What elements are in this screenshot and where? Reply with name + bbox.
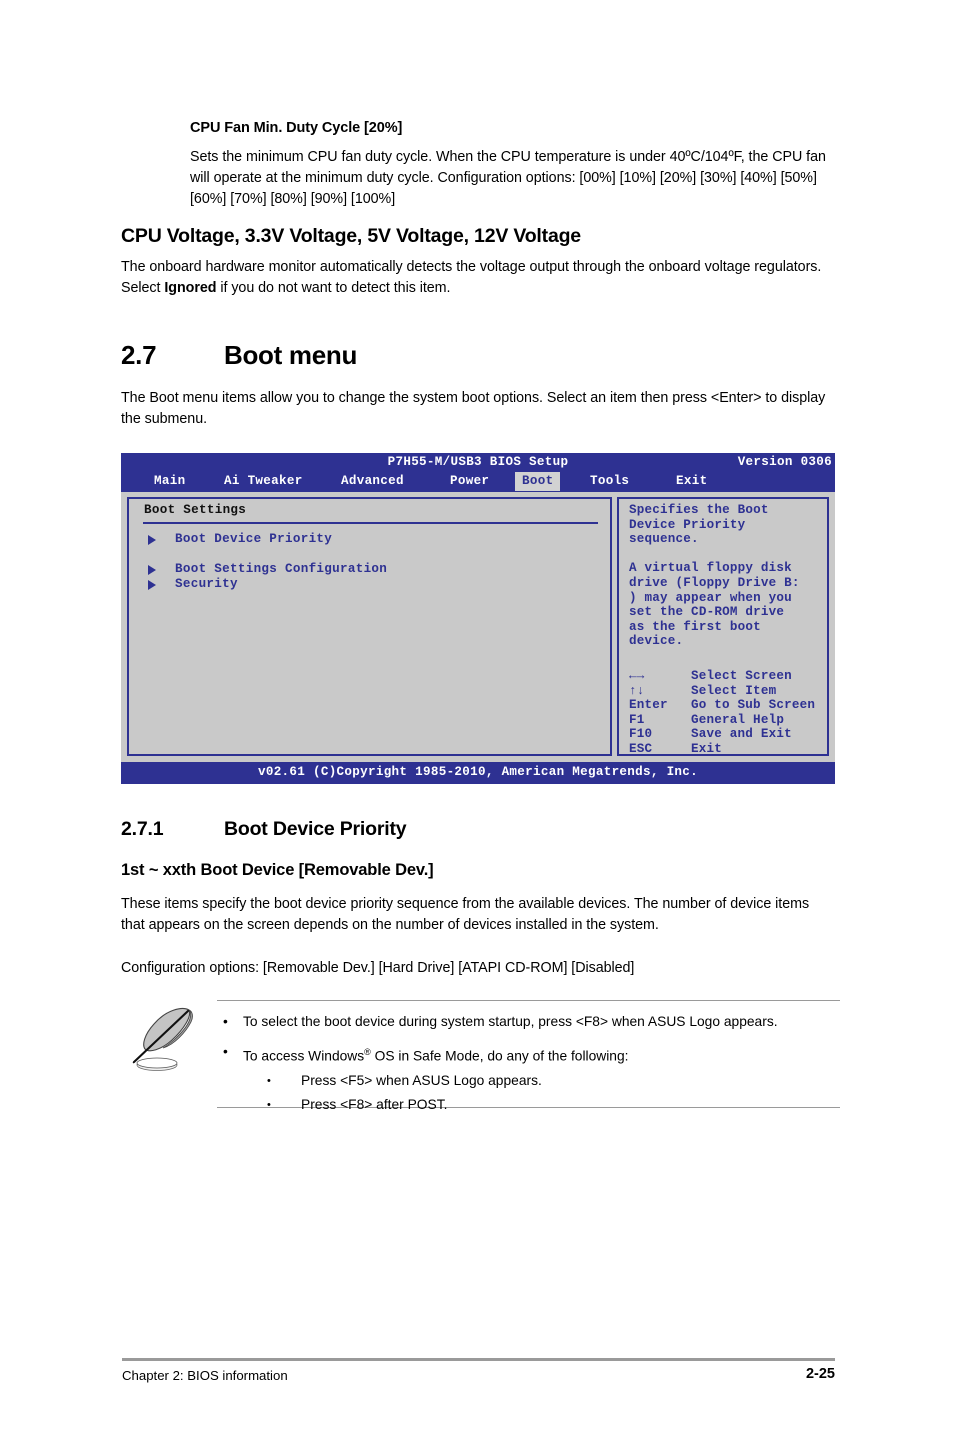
- bios-key-legend: ←→ Select Screen ↑↓ Select Item Enter Go to…: [629, 669, 815, 757]
- boot-menu-body: The Boot menu items allow you to change …: [121, 390, 826, 427]
- section-title-boot-device-priority: Boot Device Priority: [224, 818, 407, 840]
- bios-tab-tools[interactable]: Tools: [583, 472, 636, 491]
- bios-help-text: Specifies the Boot Device Priority seque…: [629, 503, 800, 649]
- bios-tab-bar[interactable]: Main Ai Tweaker Advanced Power Boot Tool…: [121, 472, 835, 492]
- boot-device-body: These items specify the boot device prio…: [121, 896, 810, 933]
- bios-key-action: Select Item: [691, 683, 777, 698]
- bios-key-name: Enter: [629, 698, 668, 713]
- triangle-right-icon: [148, 580, 156, 590]
- voltage-body-part2: if you do not want to detect this item.: [216, 280, 451, 296]
- bullet-icon: •: [223, 1014, 228, 1029]
- bios-key-name: ←→: [629, 669, 645, 683]
- bios-setup-screen: P7H55-M/USB3 BIOS Setup Version 0306 Mai…: [121, 453, 835, 784]
- bios-version: Version 0306: [737, 455, 832, 469]
- bios-tab-boot[interactable]: Boot: [515, 472, 561, 491]
- triangle-right-icon: [148, 565, 156, 575]
- note-bullet-2-text-part2: OS in Safe Mode, do any of the following…: [370, 1048, 629, 1064]
- bios-key-action: Go to Sub Screen: [691, 698, 816, 713]
- section-number-2-7: 2.7: [121, 340, 157, 370]
- bios-item-boot-settings-configuration[interactable]: Boot Settings Configuration: [175, 562, 387, 577]
- bullet-icon: •: [267, 1074, 271, 1087]
- bios-tab-ai-tweaker[interactable]: Ai Tweaker: [217, 472, 310, 491]
- voltage-heading: CPU Voltage, 3.3V Voltage, 5V Voltage, 1…: [121, 225, 581, 247]
- bios-key-row: Enter Go to Sub Screen: [629, 698, 815, 713]
- note-bullet-2: • To access Windows® OS in Safe Mode, do…: [217, 1042, 837, 1115]
- note-bullet-2-text-part1: To access Windows: [243, 1048, 365, 1064]
- bios-key-row: ↑↓ Select Item: [629, 684, 815, 699]
- note-bullet-1-text: To select the boot device during system …: [243, 1014, 778, 1029]
- bios-item-boot-device-priority[interactable]: Boot Device Priority: [175, 532, 332, 547]
- document-page: CPU Fan Min. Duty Cycle [20%] Sets the m…: [0, 0, 954, 1438]
- bullet-icon: •: [267, 1098, 271, 1111]
- note-sub-bullet-2-text: Press <F8> after POST.: [301, 1096, 448, 1112]
- bios-tab-power[interactable]: Power: [443, 472, 496, 491]
- footer-divider: [122, 1358, 835, 1361]
- bios-key-name: F1: [629, 712, 645, 727]
- bios-key-action: Save and Exit: [691, 727, 792, 742]
- bios-key-action: General Help: [691, 712, 785, 727]
- bios-section-divider: [143, 522, 598, 524]
- section-title-boot-menu: Boot menu: [224, 340, 358, 370]
- bios-section-title: Boot Settings: [144, 503, 247, 517]
- note-sub-bullet-1: • Press <F5> when ASUS Logo appears.: [243, 1071, 837, 1091]
- bios-key-row: ESC Exit: [629, 742, 815, 757]
- bios-item-security[interactable]: Security: [175, 577, 238, 592]
- bios-help-panel: Specifies the Boot Device Priority seque…: [617, 497, 829, 756]
- bios-title: P7H55-M/USB3 BIOS Setup: [387, 455, 569, 469]
- boot-device-subheading: 1st ~ xxth Boot Device [Removable Dev.]: [121, 861, 434, 879]
- bios-key-action: Select Screen: [691, 669, 792, 683]
- bios-tab-advanced[interactable]: Advanced: [334, 472, 411, 491]
- bios-key-row: F10 Save and Exit: [629, 727, 815, 742]
- note-box: • To select the boot device during syste…: [122, 1000, 840, 1112]
- note-top-divider: [217, 1000, 840, 1001]
- triangle-right-icon: [148, 535, 156, 545]
- cpu-fan-body: Sets the minimum CPU fan duty cycle. Whe…: [190, 149, 826, 207]
- bullet-icon: •: [223, 1044, 228, 1059]
- quill-pen-icon: [132, 1007, 193, 1071]
- cpu-fan-heading: CPU Fan Min. Duty Cycle [20%]: [190, 120, 403, 136]
- section-number-2-7-1: 2.7.1: [121, 818, 164, 840]
- registered-mark: ®: [364, 1047, 371, 1057]
- note-content: • To select the boot device during syste…: [217, 1012, 837, 1117]
- note-sub-bullet-1-text: Press <F5> when ASUS Logo appears.: [301, 1072, 542, 1088]
- bios-key-row: ←→ Select Screen: [629, 669, 815, 684]
- bios-copyright-bar: v02.61 (C)Copyright 1985-2010, American …: [121, 762, 835, 784]
- bios-key-name: F10: [629, 727, 653, 742]
- footer-chapter-label: Chapter 2: BIOS information: [122, 1368, 288, 1383]
- bios-key-name: ↑↓: [629, 683, 645, 698]
- bios-tab-exit[interactable]: Exit: [669, 472, 714, 491]
- note-bullet-1: • To select the boot device during syste…: [217, 1012, 837, 1032]
- voltage-body: The onboard hardware monitor automatical…: [121, 257, 837, 299]
- footer-page-number: 2-25: [805, 1366, 835, 1382]
- bios-key-action: Exit: [691, 741, 723, 756]
- bios-settings-panel: Boot Settings Boot Device Priority Boot …: [127, 497, 612, 756]
- bios-key-row: F1 General Help: [629, 713, 815, 728]
- boot-device-config-options: Configuration options: [Removable Dev.] …: [121, 960, 635, 976]
- voltage-body-bold: Ignored: [164, 280, 217, 296]
- bios-key-name: ESC: [629, 741, 653, 756]
- note-sub-bullet-2: • Press <F8> after POST.: [243, 1095, 837, 1115]
- bios-tab-main[interactable]: Main: [147, 472, 192, 491]
